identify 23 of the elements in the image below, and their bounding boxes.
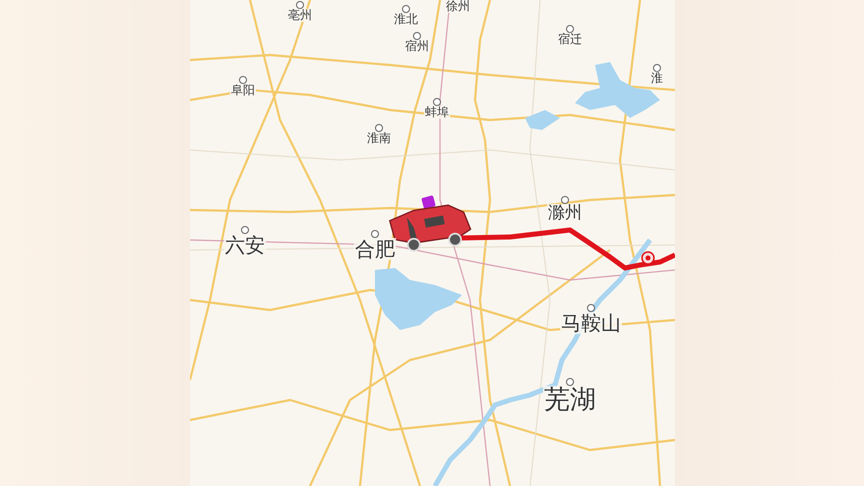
city-label: 淮南 — [366, 132, 392, 146]
city-dot-icon — [653, 64, 661, 72]
city-dot-icon — [561, 196, 569, 204]
city-label: 宿迁 — [557, 33, 583, 46]
city-dot-icon — [296, 1, 304, 9]
city-dot-icon — [375, 124, 383, 132]
city-label: 淮北 — [393, 13, 419, 26]
city-label: 徐州 — [445, 0, 471, 14]
city-label: 宿州 — [404, 40, 430, 54]
city-label: 滁州 — [547, 204, 583, 223]
city-label: 合肥 — [354, 238, 396, 260]
city-label: 六安 — [224, 234, 266, 256]
city-label: 阜阳 — [230, 84, 256, 98]
city-label: 淮 — [650, 72, 664, 86]
city-dot-icon — [566, 25, 574, 33]
city-dot-icon — [433, 98, 441, 106]
city-label: 马鞍山 — [560, 312, 622, 334]
location-pin-icon — [640, 250, 656, 266]
city-dot-icon — [402, 5, 410, 13]
city-dot-icon — [413, 32, 421, 40]
city-label: 蚌埠 — [424, 106, 450, 120]
city-dot-icon — [239, 76, 247, 84]
city-label: 亳州 — [287, 9, 313, 22]
